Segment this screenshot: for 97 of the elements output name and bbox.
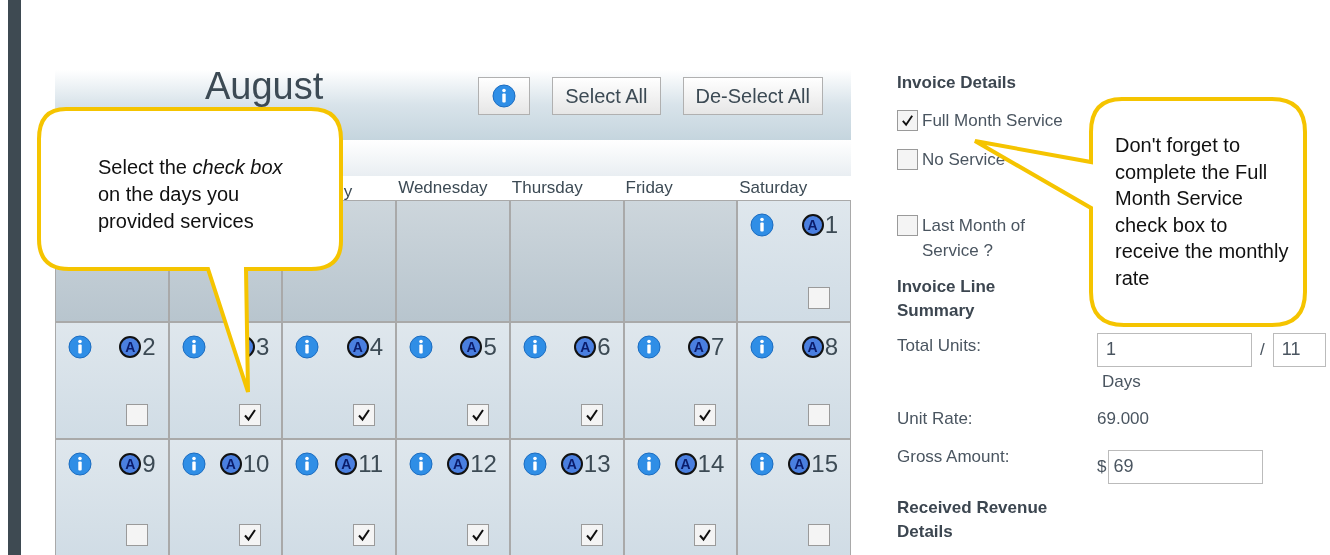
check-icon <box>697 407 714 423</box>
checkbox[interactable] <box>897 109 918 131</box>
approval-badge: A <box>574 336 597 358</box>
day-number: 15 <box>811 452 838 476</box>
info-icon <box>409 335 434 359</box>
field-label: Unit Rate: <box>897 408 974 430</box>
day-number: 5 <box>483 335 497 359</box>
checkbox[interactable] <box>808 524 830 546</box>
checkbox[interactable] <box>466 404 489 426</box>
check-icon <box>242 407 259 423</box>
day-number: 10 <box>242 452 270 476</box>
checkbox-label: Full Month Service <box>922 109 1063 132</box>
checkbox[interactable] <box>580 524 603 546</box>
info-icon <box>636 452 661 476</box>
info-icon <box>181 335 206 359</box>
approval-badge: A <box>460 336 483 358</box>
info-icon <box>68 452 92 476</box>
field-label: Total Units: <box>897 334 983 357</box>
unit-text: Days <box>1101 370 1142 393</box>
approval-badge: A <box>335 453 358 475</box>
approval-badge: A <box>219 453 242 475</box>
approval-badge: A <box>801 214 824 236</box>
day-number: 7 <box>710 335 725 359</box>
info-icon <box>68 335 92 359</box>
checkbox[interactable] <box>353 404 376 426</box>
weekday-label: Friday <box>625 178 673 197</box>
check-icon <box>900 112 915 128</box>
checkbox[interactable] <box>897 148 918 170</box>
checkbox[interactable] <box>466 524 489 546</box>
approval-badge: A <box>687 336 710 358</box>
info-icon <box>181 452 206 476</box>
day-number: 6 <box>597 335 611 359</box>
weekday-label: Thursday <box>511 178 583 197</box>
checkbox[interactable] <box>239 404 262 426</box>
day-number: 1 <box>824 213 838 237</box>
calendar-button[interactable]: De-Select All <box>682 77 823 115</box>
info-icon <box>750 452 775 476</box>
check-icon <box>242 527 259 543</box>
weekday-label: y <box>343 183 353 200</box>
info-icon <box>636 335 661 359</box>
field-label: Gross Amount: <box>897 445 1011 468</box>
check-icon <box>697 527 714 543</box>
approval-badge: A <box>801 336 824 358</box>
day-number: 4 <box>369 335 384 359</box>
approval-badge: A <box>119 336 142 358</box>
approval-badge: A <box>119 453 142 475</box>
day-number: 12 <box>470 452 497 476</box>
section-heading: Received Revenue Details <box>897 496 1049 543</box>
day-number: 8 <box>824 335 838 359</box>
checkbox[interactable] <box>808 404 830 426</box>
day-number: 9 <box>142 452 156 476</box>
info-icon <box>295 452 320 476</box>
checkbox[interactable] <box>694 404 717 426</box>
day-number: 3 <box>256 335 270 359</box>
checkbox[interactable] <box>353 524 376 546</box>
checkbox[interactable] <box>580 404 603 426</box>
approval-badge: A <box>560 453 583 475</box>
approval-badge: A <box>788 453 811 475</box>
checkbox[interactable] <box>125 404 148 426</box>
max-units-field[interactable]: 11 <box>1272 332 1326 367</box>
info-icon <box>750 213 775 237</box>
approval-badge: A <box>447 453 470 475</box>
day-number: 14 <box>697 452 725 476</box>
checkbox[interactable] <box>239 524 262 546</box>
checkbox[interactable] <box>694 524 717 546</box>
separator-text: / <box>1260 338 1265 361</box>
checkbox[interactable] <box>808 287 830 309</box>
check-icon <box>356 407 373 423</box>
approval-badge: A <box>346 336 369 358</box>
checkbox-label: No Service <box>922 148 1006 171</box>
info-icon <box>522 452 547 476</box>
callout-text: Select the check box on the days you provided services <box>98 155 284 234</box>
info-icon <box>750 335 775 359</box>
approval-badge: A <box>674 453 697 475</box>
info-icon <box>409 452 434 476</box>
units-field[interactable]: 1 <box>1097 332 1252 367</box>
info-icon <box>295 335 320 359</box>
calendar-button[interactable]: Select All <box>552 77 661 115</box>
currency-text: $ <box>1097 455 1107 478</box>
section-heading: Invoice Details <box>897 72 1018 94</box>
gross-amount-field[interactable]: 69 <box>1108 449 1264 484</box>
unit-rate-value: 69.000 <box>1097 408 1149 430</box>
weekday-label: Wednesday <box>398 178 488 197</box>
section-heading: Invoice Line Summary <box>897 275 997 322</box>
info-icon <box>492 84 517 108</box>
day-number: 13 <box>583 452 611 476</box>
weekday-label: Saturday <box>739 178 808 197</box>
month-title: August <box>205 67 324 105</box>
check-icon <box>356 527 373 543</box>
checkbox[interactable] <box>897 214 918 236</box>
callout-text: Don't forget to complete the Full Month Service check box to receive the monthly rate <box>1115 133 1290 291</box>
info-icon <box>522 335 547 359</box>
info-button[interactable] <box>478 77 531 115</box>
day-number: 11 <box>358 452 384 476</box>
checkbox[interactable] <box>125 524 148 546</box>
day-number: 2 <box>142 335 156 359</box>
checkbox-label: Last Month of Service ? <box>922 214 1026 262</box>
